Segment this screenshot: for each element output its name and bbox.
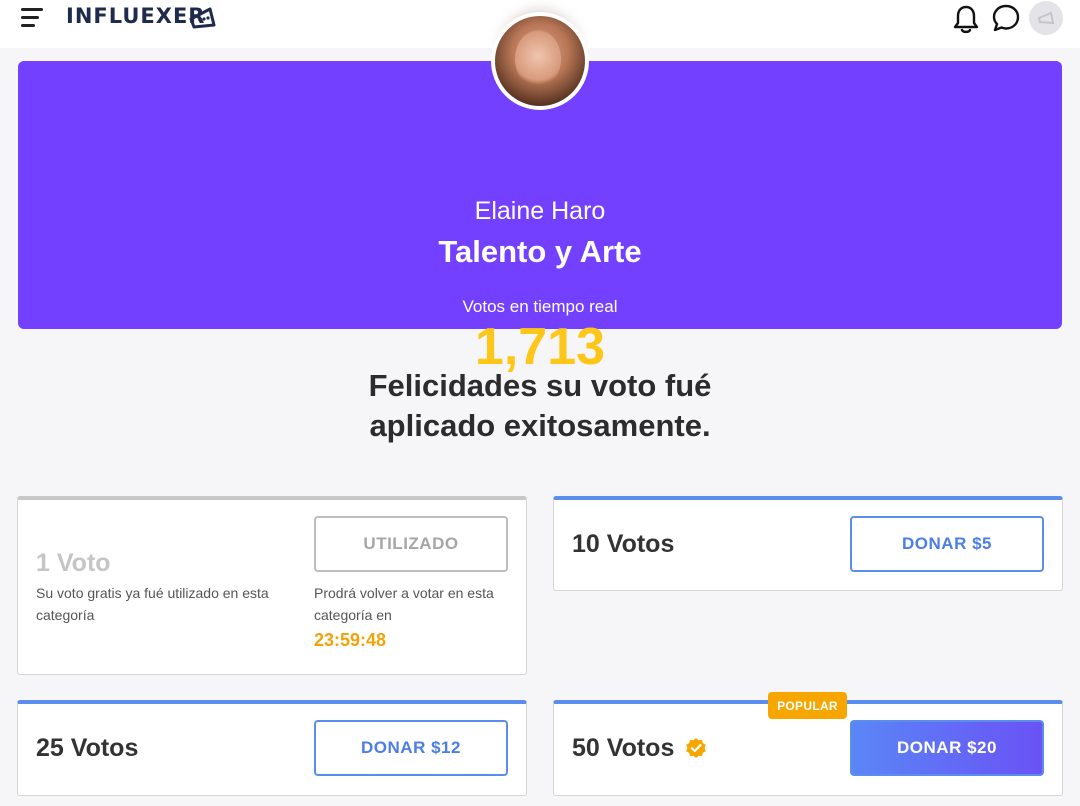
donate-20-button[interactable]: DONAR $20 [850,720,1044,776]
app-logo[interactable]: INFLUEXER [66,4,205,28]
votes-label: Votos en tiempo real [462,297,618,316]
vote-card-50-title: 50 Votos [572,734,675,762]
vote-card-10-title: 10 Votos [572,530,675,558]
profile-photo [491,12,589,110]
donate-12-button[interactable]: DONAR $12 [314,720,508,776]
profile-name: Elaine Haro [474,197,606,225]
success-message: Felicidades su voto fué aplicado exitosa… [0,366,1080,446]
user-avatar[interactable] [1029,1,1063,35]
success-message-line2: aplicado exitosamente. [369,408,711,443]
megaphone-icon [1037,11,1055,25]
notification-bell-icon[interactable] [952,4,980,34]
success-message-line1: Felicidades su voto fué [368,368,712,403]
donate-5-button[interactable]: DONAR $5 [850,516,1044,572]
megaphone-logo-icon [189,7,216,29]
popular-badge: POPULAR [768,692,847,719]
vote-card-free-description: Su voto gratis ya fué utilizado en esta … [36,585,269,623]
verified-badge-icon [686,738,706,758]
revote-info: Prodrá volver a votar en esta categoría … [314,585,494,623]
chat-bubble-icon[interactable] [991,3,1021,33]
used-button[interactable]: UTILIZADO [314,516,508,572]
vote-card-free-title: 1 Voto [36,549,111,577]
revote-timer: 23:59:48 [314,630,387,650]
vote-card-25-title: 25 Votos [36,734,139,762]
category-title: Talento y Arte [438,234,642,269]
menu-icon[interactable] [21,8,45,28]
